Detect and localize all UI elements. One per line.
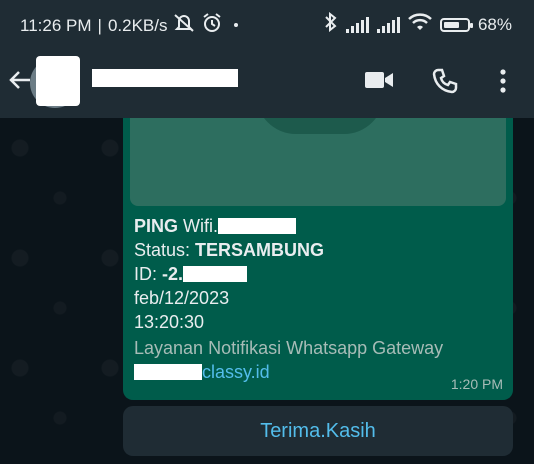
message-line-status: Status: TERSAMBUNG [134,238,324,262]
message-footer: Layanan Notifikasi Whatsapp Gateway clas… [134,336,443,384]
link-redaction [134,364,202,380]
avatar-redaction [36,56,80,106]
wifi-name-redaction [218,218,297,234]
wifi-label: Wifi. [178,216,219,236]
message-bubble[interactable]: PING Wifi. Status: TERSAMBUNG ID: -2. fe… [123,118,513,400]
status-time: 11:26 PM [20,15,92,35]
voice-call-icon[interactable] [432,68,458,99]
footer-label: Layanan Notifikasi Whatsapp Gateway [134,338,444,358]
battery-icon [439,17,473,32]
chat-area[interactable]: PING Wifi. Status: TERSAMBUNG ID: -2. fe… [0,118,534,464]
alarm-icon [201,13,223,38]
image-preview[interactable] [130,118,506,206]
quick-reply-label: Terima.Kasih [260,419,376,442]
contact-name-redaction [92,69,238,87]
wifi-icon [408,13,432,36]
status-label: Status: [134,240,196,260]
bluetooth-icon [324,11,338,37]
chat-header [0,46,534,118]
id-label: ID: [134,264,163,284]
status-value: TERSAMBUNG [195,240,325,260]
ping-label: PING [134,216,179,236]
dot-icon [229,16,243,36]
status-left: 11:26 PM | 0.2KB/s [20,13,243,38]
message-text: PING Wifi. Status: TERSAMBUNG ID: -2. fe… [134,214,324,334]
footer-link-line: classy.id [134,360,443,384]
gateway-link[interactable]: classy.id [202,362,270,382]
message-date: feb/12/2023 [134,288,230,308]
signal-icon [345,16,369,33]
status-bar: 11:26 PM | 0.2KB/s 68% [0,0,534,46]
status-separator: | [97,15,102,35]
video-call-icon[interactable] [364,68,394,97]
status-speed: 0.2KB/s [107,15,168,35]
mute-icon [173,13,195,38]
battery-level-fill [443,21,459,28]
id-value: -2. [162,264,184,284]
more-options-icon[interactable] [496,68,510,99]
image-preview-shape [256,118,384,134]
message-timestamp: 1:20 PM [450,376,503,392]
message-time-value: 13:20:30 [134,312,205,332]
quick-reply-button[interactable]: Terima.Kasih [123,406,513,456]
message-line-ping: PING Wifi. [134,214,324,238]
id-redaction [183,266,248,282]
battery-percent: 68% [477,14,512,34]
signal-icon [376,16,400,33]
status-right: 68% [324,11,512,37]
message-line-id: ID: -2. [134,262,324,286]
